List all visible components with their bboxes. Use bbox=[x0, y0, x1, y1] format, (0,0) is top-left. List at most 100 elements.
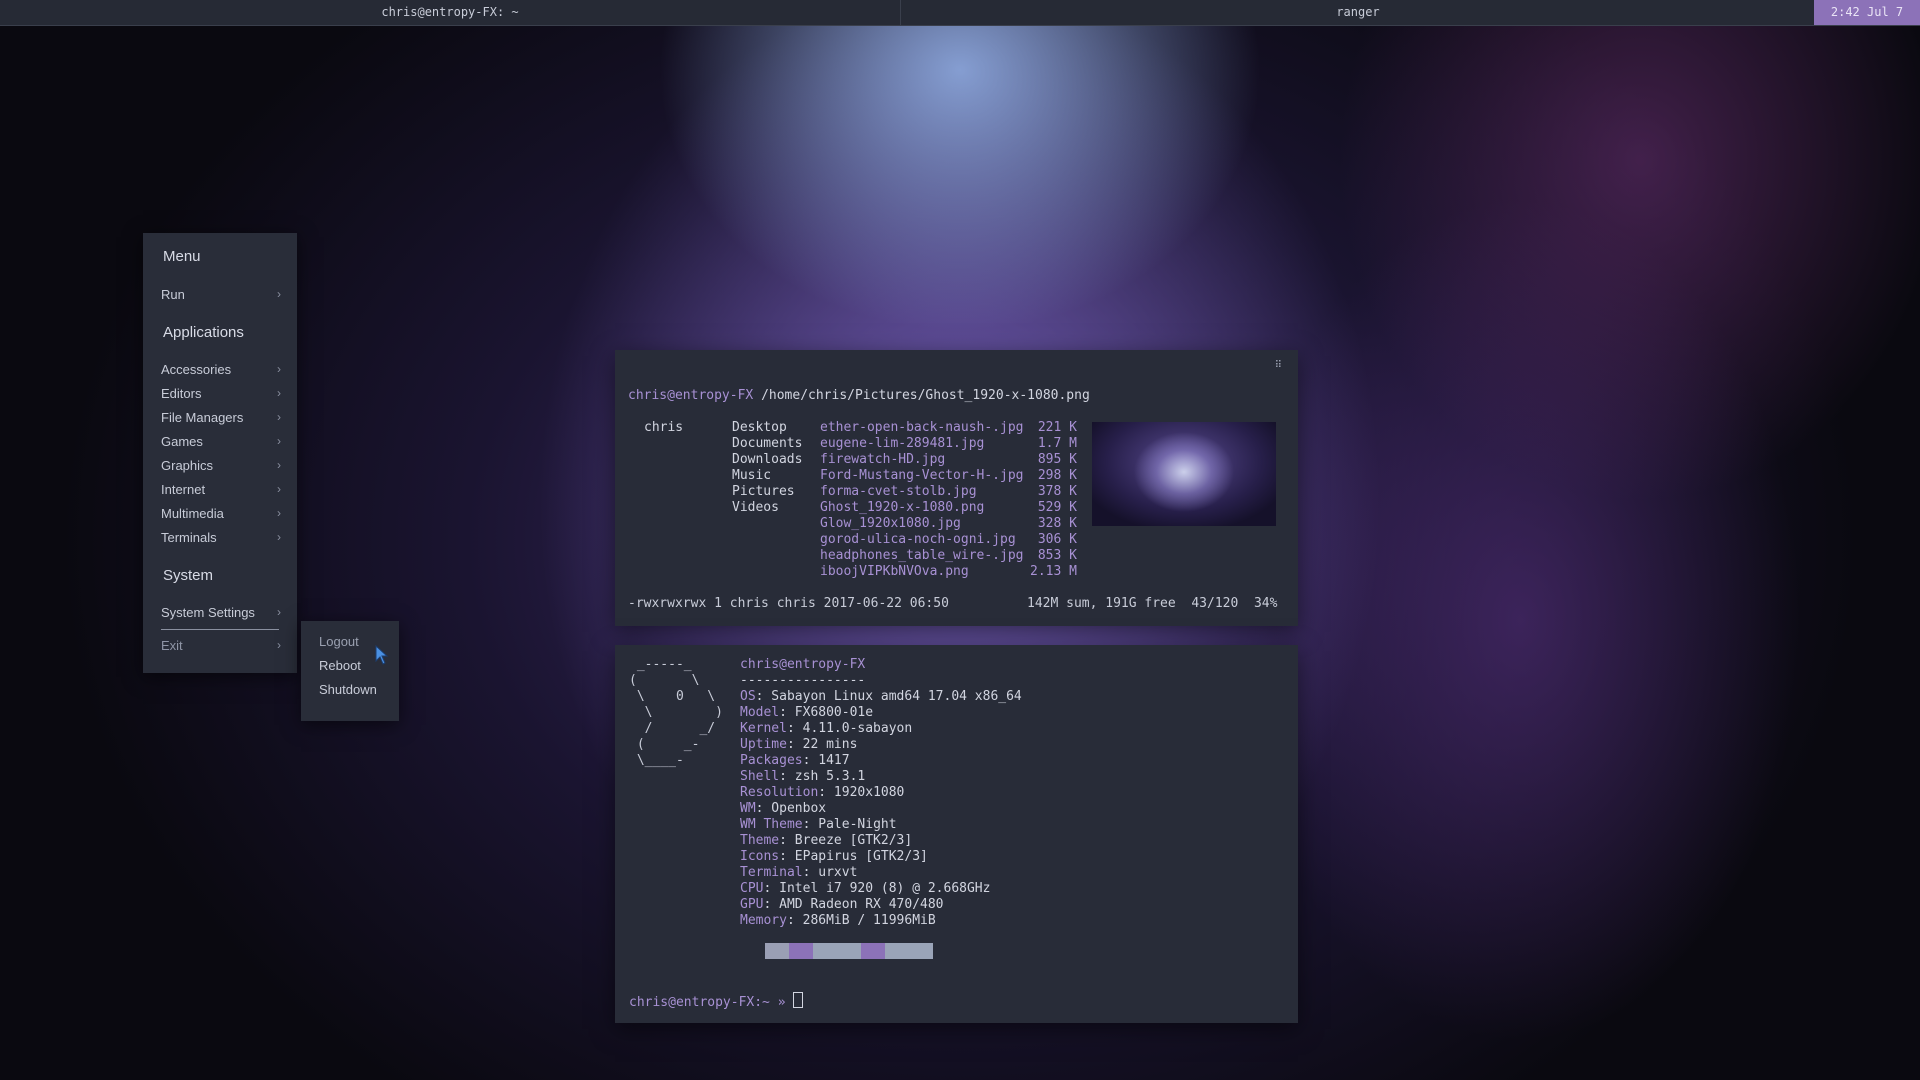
prompt-text: chris@entropy-FX:~ » bbox=[629, 995, 786, 1010]
menu-item-file-managers[interactable]: File Managers › bbox=[161, 410, 281, 425]
menu-item-label: Graphics bbox=[161, 458, 214, 473]
info-value: : EPapirus [GTK2/3] bbox=[779, 849, 928, 864]
info-value: : FX6800-01e bbox=[779, 705, 874, 720]
ascii-logo-line: \____- bbox=[629, 753, 684, 768]
info-row: OS: Sabayon Linux amd64 17.04 x86_64 bbox=[740, 689, 1022, 705]
info-row: Uptime: 22 mins bbox=[740, 737, 857, 753]
ascii-logo-line: \ ) bbox=[629, 705, 723, 720]
file-entry[interactable]: forma-cvet-stolb.jpg bbox=[820, 484, 977, 500]
clock: 2:42 Jul 7 bbox=[1814, 0, 1920, 25]
menu-item-internet[interactable]: Internet › bbox=[161, 482, 281, 497]
file-entry[interactable]: eugene-lim-289481.jpg bbox=[820, 436, 984, 452]
menu-heading: Menu bbox=[163, 248, 201, 265]
info-row: Resolution: 1920x1080 bbox=[740, 785, 904, 801]
info-label: Icons bbox=[740, 849, 780, 864]
menu-item-run[interactable]: Run › bbox=[161, 287, 281, 302]
menu-item-label: Exit bbox=[161, 638, 183, 653]
neofetch-underline: ---------------- bbox=[740, 673, 866, 688]
info-value: : Breeze [GTK2/3] bbox=[779, 833, 913, 848]
info-label: Uptime bbox=[740, 737, 787, 752]
dir-entry[interactable]: Music bbox=[732, 468, 771, 484]
logout-item[interactable]: Logout bbox=[319, 634, 359, 649]
ascii-logo-line: / _/ bbox=[629, 721, 716, 736]
menu-item-label: Internet bbox=[161, 482, 206, 497]
ranger-host: chris@entropy-FX bbox=[628, 388, 754, 403]
info-row: CPU: Intel i7 920 (8) @ 2.668GHz bbox=[740, 881, 990, 897]
menu-item-exit[interactable]: Exit › bbox=[161, 638, 281, 653]
info-row: Icons: EPapirus [GTK2/3] bbox=[740, 849, 928, 865]
reboot-item[interactable]: Reboot bbox=[319, 658, 361, 673]
info-value: : Openbox bbox=[755, 801, 827, 816]
info-label: Packages bbox=[740, 753, 803, 768]
chevron-right-icon: › bbox=[277, 434, 281, 448]
dir-entry[interactable]: Pictures bbox=[732, 484, 795, 500]
info-row: GPU: AMD Radeon RX 470/480 bbox=[740, 897, 944, 913]
info-row: WM Theme: Pale-Night bbox=[740, 817, 897, 833]
info-label: Memory bbox=[740, 913, 787, 928]
parent-dir-entry[interactable]: chris bbox=[644, 420, 683, 436]
menu-item-games[interactable]: Games › bbox=[161, 434, 281, 449]
info-row: Shell: zsh 5.3.1 bbox=[740, 769, 865, 785]
menu-item-system-settings[interactable]: System Settings › bbox=[161, 605, 281, 620]
file-entry[interactable]: ether-open-back-naush-.jpg bbox=[820, 420, 1024, 436]
file-entry-selected[interactable]: Ghost_1920-x-1080.png bbox=[820, 500, 984, 516]
file-entry[interactable]: Ford-Mustang-Vector-H-.jpg bbox=[820, 468, 1024, 484]
info-value: : 1920x1080 bbox=[818, 785, 905, 800]
file-entry[interactable]: firewatch-HD.jpg bbox=[820, 452, 945, 468]
file-size: 221 K bbox=[1037, 420, 1077, 435]
dir-entry[interactable]: Desktop bbox=[732, 420, 787, 436]
shell-prompt[interactable]: chris@entropy-FX:~ » bbox=[629, 992, 804, 1011]
chevron-right-icon: › bbox=[277, 605, 281, 619]
shutdown-item[interactable]: Shutdown bbox=[319, 682, 377, 697]
menu-item-graphics[interactable]: Graphics › bbox=[161, 458, 281, 473]
ranger-header: chris@entropy-FX /home/chris/Pictures/Gh… bbox=[628, 388, 1090, 404]
info-value: : 4.11.0-sabayon bbox=[786, 721, 913, 736]
neofetch-title: chris@entropy-FX bbox=[740, 657, 866, 672]
chevron-right-icon: › bbox=[277, 362, 281, 376]
root-menu: Menu Run › Applications Accessories › Ed… bbox=[143, 233, 297, 673]
ranger-window[interactable]: ⠿ chris@entropy-FX /home/chris/Pictures/… bbox=[615, 350, 1298, 626]
info-label: Resolution bbox=[740, 785, 819, 800]
file-size: 306 K bbox=[1037, 532, 1077, 547]
menu-item-terminals[interactable]: Terminals › bbox=[161, 530, 281, 545]
taskbar-item-ranger[interactable]: ranger bbox=[900, 0, 1815, 25]
info-row: Kernel: 4.11.0-sabayon bbox=[740, 721, 912, 737]
chevron-right-icon: › bbox=[277, 386, 281, 400]
dir-entry[interactable]: Documents bbox=[732, 436, 802, 452]
menu-item-label: File Managers bbox=[161, 410, 244, 425]
info-row: Model: FX6800-01e bbox=[740, 705, 873, 721]
info-value: : zsh 5.3.1 bbox=[779, 769, 866, 784]
dir-entry[interactable]: Downloads bbox=[732, 452, 802, 468]
color-swatch bbox=[909, 943, 933, 959]
menu-item-editors[interactable]: Editors › bbox=[161, 386, 281, 401]
menu-item-multimedia[interactable]: Multimedia › bbox=[161, 506, 281, 521]
window-grip-icon[interactable]: ⠿ bbox=[1275, 360, 1282, 371]
menu-item-label: Editors bbox=[161, 386, 202, 401]
disk-status: 142M sum, 191G free 43/120 34% bbox=[1027, 596, 1278, 611]
color-palette bbox=[765, 943, 933, 959]
color-swatch bbox=[813, 943, 837, 959]
file-size: 378 K bbox=[1037, 484, 1077, 499]
chevron-right-icon: › bbox=[277, 506, 281, 520]
info-label: OS bbox=[740, 689, 756, 704]
file-entry[interactable]: headphones_table_wire-.jpg bbox=[820, 548, 1024, 564]
color-swatch bbox=[861, 943, 885, 959]
dir-entry[interactable]: Videos bbox=[732, 500, 779, 516]
file-size: 1.7 M bbox=[1037, 436, 1077, 451]
info-label: WM bbox=[740, 801, 756, 816]
menu-item-accessories[interactable]: Accessories › bbox=[161, 362, 281, 377]
menu-item-label: Run bbox=[161, 287, 185, 302]
chevron-right-icon: › bbox=[277, 530, 281, 544]
info-value: : Intel i7 920 (8) @ 2.668GHz bbox=[763, 881, 991, 896]
chevron-right-icon: › bbox=[277, 638, 281, 652]
info-label: WM Theme bbox=[740, 817, 803, 832]
neofetch-terminal[interactable]: _-----_ ( \ \ 0 \ \ ) / _/ ( _- \____- c… bbox=[615, 645, 1298, 1023]
info-label: Theme bbox=[740, 833, 780, 848]
file-entry[interactable]: Glow_1920x1080.jpg bbox=[820, 516, 961, 532]
taskbar-item-terminal[interactable]: chris@entropy-FX: ~ bbox=[0, 0, 900, 25]
info-value: : urxvt bbox=[802, 865, 858, 880]
file-entry[interactable]: iboojVIPKbNVOva.png bbox=[820, 564, 969, 580]
menu-separator bbox=[161, 629, 279, 630]
file-entry[interactable]: gorod-ulica-noch-ogni.jpg bbox=[820, 532, 1016, 548]
menu-item-label: Games bbox=[161, 434, 203, 449]
